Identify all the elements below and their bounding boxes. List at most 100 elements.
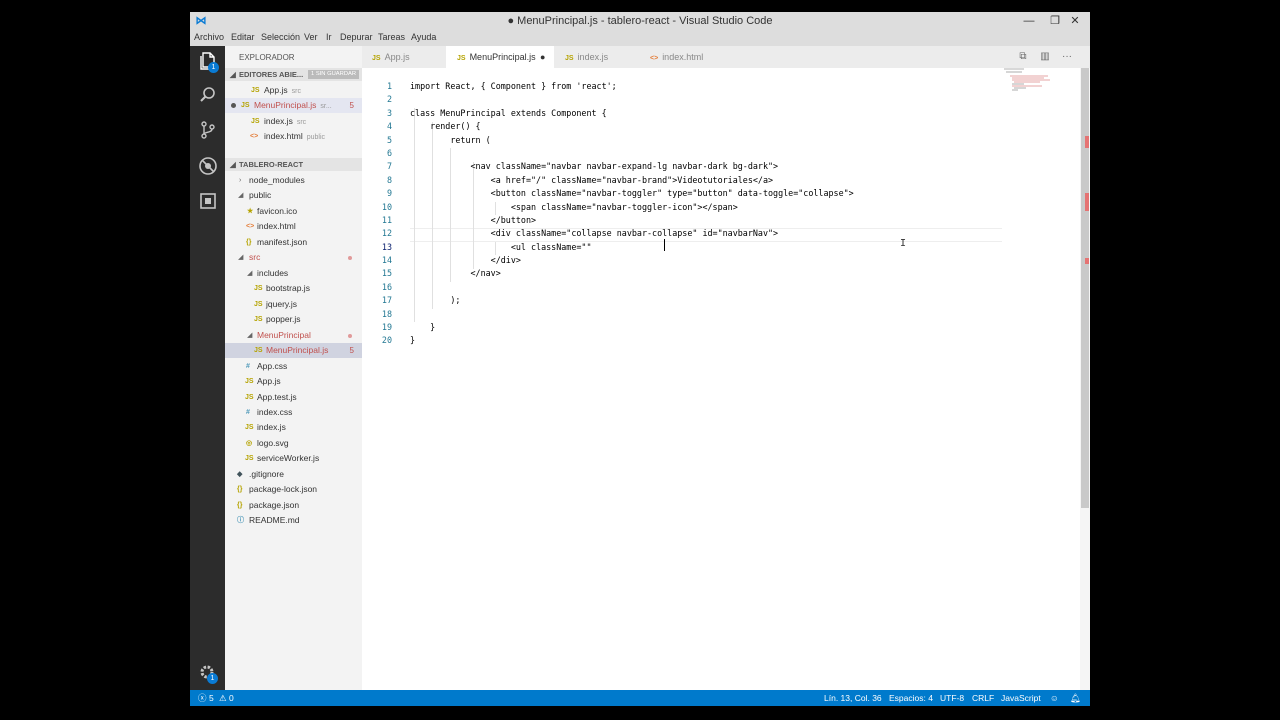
open-editor-item[interactable]: JS MenuPrincipal.js sr... 5	[225, 98, 362, 113]
tab-menuprincipal-js[interactable]: JS MenuPrincipal.js ●	[446, 46, 554, 68]
tree-label: jquery.js	[266, 299, 298, 309]
split-editor-icon[interactable]: ▥	[1038, 50, 1052, 64]
tab-app-js[interactable]: JS App.js	[362, 46, 446, 68]
unsaved-dot-icon[interactable]: ●	[540, 46, 545, 68]
line-number: 3	[386, 108, 392, 118]
tree-file[interactable]: JS serviceWorker.js	[225, 451, 362, 466]
menu-ayuda[interactable]: Ayuda	[411, 32, 436, 42]
tree-file[interactable]: JS jquery.js	[225, 297, 362, 312]
tree-folder[interactable]: ◢ src	[225, 250, 362, 265]
minimize-button[interactable]: —	[1016, 12, 1042, 30]
tree-label: index.css	[257, 407, 293, 417]
open-editor-item[interactable]: JS App.js src	[225, 83, 362, 98]
tree-file[interactable]: ◎ logo.svg	[225, 436, 362, 451]
tree-folder[interactable]: ◢ MenuPrincipal	[225, 328, 362, 343]
line-ending[interactable]: CRLF	[972, 690, 994, 706]
scrollbar-thumb[interactable]	[1081, 68, 1089, 508]
open-editors-section[interactable]: ◢ EDITORES ABIE... 1 SIN GUARDAR	[225, 68, 362, 81]
open-editor-name: MenuPrincipal.js	[254, 100, 317, 110]
js-file-icon: JS	[254, 285, 263, 292]
tree-label: favicon.ico	[257, 206, 298, 216]
html-file-icon: <>	[250, 133, 259, 140]
open-editor-name: index.js	[264, 116, 293, 126]
vertical-scrollbar[interactable]	[1080, 68, 1090, 690]
menu-ir[interactable]: Ir	[326, 32, 332, 42]
source-control-icon[interactable]	[197, 119, 219, 141]
code-line: render() {	[410, 121, 481, 131]
tree-label: public	[249, 190, 272, 200]
minimap[interactable]	[1004, 68, 1074, 98]
tree-file[interactable]: JS App.test.js	[225, 390, 362, 405]
js-file-icon: JS	[565, 55, 574, 62]
open-editor-item[interactable]: JS index.js src	[225, 114, 362, 129]
menu-ver[interactable]: Ver	[304, 32, 318, 42]
tree-file[interactable]: JS App.js	[225, 374, 362, 389]
indentation[interactable]: Espacios: 4	[889, 690, 933, 706]
tree-label: MenuPrincipal.js	[266, 345, 329, 355]
tree-label: popper.js	[266, 314, 301, 324]
search-icon[interactable]	[197, 84, 219, 106]
open-editor-path: src	[291, 88, 301, 95]
error-icon[interactable]: ⓧ	[198, 690, 207, 706]
open-editor-item[interactable]: <> index.html public	[225, 129, 362, 144]
css-file-icon: #	[246, 363, 250, 370]
tree-file[interactable]: {} package-lock.json	[225, 482, 362, 497]
cursor-position[interactable]: Lín. 13, Col. 36	[824, 690, 882, 706]
encoding[interactable]: UTF-8	[940, 690, 964, 706]
json-file-icon: {}	[237, 502, 243, 509]
open-changes-icon[interactable]: ⧉	[1016, 50, 1030, 64]
code-editor[interactable]: 1 2 3 4 5 6 7 8 9 10 11 12 13 14 15 16 1…	[362, 68, 1090, 690]
menu-seleccion[interactable]: Selección	[261, 32, 300, 42]
project-section[interactable]: ◢ TABLERO-REACT	[225, 158, 362, 171]
menu-editar[interactable]: Editar	[231, 32, 255, 42]
line-number: 19	[381, 322, 392, 332]
line-number: 15	[381, 268, 392, 278]
js-file-icon: JS	[245, 455, 254, 462]
code-line: <div className="collapse navbar-collapse…	[410, 228, 779, 238]
js-file-icon: JS	[254, 316, 263, 323]
line-number: 12	[381, 228, 392, 238]
menu-tareas[interactable]: Tareas	[378, 32, 405, 42]
error-count[interactable]: 5	[209, 690, 214, 706]
tree-file[interactable]: JS popper.js	[225, 312, 362, 327]
tree-file[interactable]: ★ favicon.ico	[225, 204, 362, 219]
notifications-bell-icon[interactable]: 🔔︎	[1070, 690, 1081, 706]
debug-icon[interactable]	[197, 155, 219, 177]
line-number: 2	[386, 94, 392, 104]
window-title: ● MenuPrincipal.js - tablero-react - Vis…	[507, 15, 773, 27]
tree-folder[interactable]: ◢ public	[225, 188, 362, 203]
tree-folder[interactable]: › node_modules	[225, 173, 362, 188]
tree-file[interactable]: ◆ .gitignore	[225, 467, 362, 482]
line-number: 8	[386, 175, 392, 185]
activity-bar: 1 1	[190, 46, 225, 690]
tree-folder[interactable]: ◢ includes	[225, 266, 362, 281]
tab-index-html[interactable]: <> index.html	[638, 46, 730, 68]
warning-count[interactable]: 0	[229, 690, 234, 706]
collapse-chevron-icon: ◢	[230, 70, 236, 79]
tree-file-selected[interactable]: JS MenuPrincipal.js 5	[225, 343, 362, 358]
mouse-ibeam-icon: I	[900, 238, 907, 249]
tree-file[interactable]: JS bootstrap.js	[225, 281, 362, 296]
line-number: 6	[386, 148, 392, 158]
language-mode[interactable]: JavaScript	[1001, 690, 1041, 706]
editor-tabs: JS App.js JS MenuPrincipal.js ● JS index.js…	[362, 46, 1090, 68]
tree-file[interactable]: JS index.js	[225, 420, 362, 435]
tree-file[interactable]: {} manifest.json	[225, 235, 362, 250]
html-file-icon: <>	[650, 55, 659, 62]
more-actions-icon[interactable]: ···	[1060, 50, 1074, 64]
js-file-icon: JS	[254, 301, 263, 308]
settings-gear-icon[interactable]: 1	[197, 662, 219, 684]
close-button[interactable]: ✕	[1062, 12, 1088, 30]
feedback-smiley-icon[interactable]: ☺	[1050, 690, 1059, 706]
tree-file[interactable]: <> index.html	[225, 219, 362, 234]
menu-depurar[interactable]: Depurar	[340, 32, 373, 42]
tab-index-js[interactable]: JS index.js	[554, 46, 638, 68]
menu-archivo[interactable]: Archivo	[194, 32, 224, 42]
tree-file[interactable]: # App.css	[225, 359, 362, 374]
tree-file[interactable]: ⓘ README.md	[225, 513, 362, 528]
tree-file[interactable]: # index.css	[225, 405, 362, 420]
extensions-icon[interactable]	[197, 190, 219, 212]
tree-file[interactable]: {} package.json	[225, 498, 362, 513]
warning-icon[interactable]: ⚠	[219, 690, 227, 706]
explorer-icon[interactable]: 1	[197, 50, 219, 73]
